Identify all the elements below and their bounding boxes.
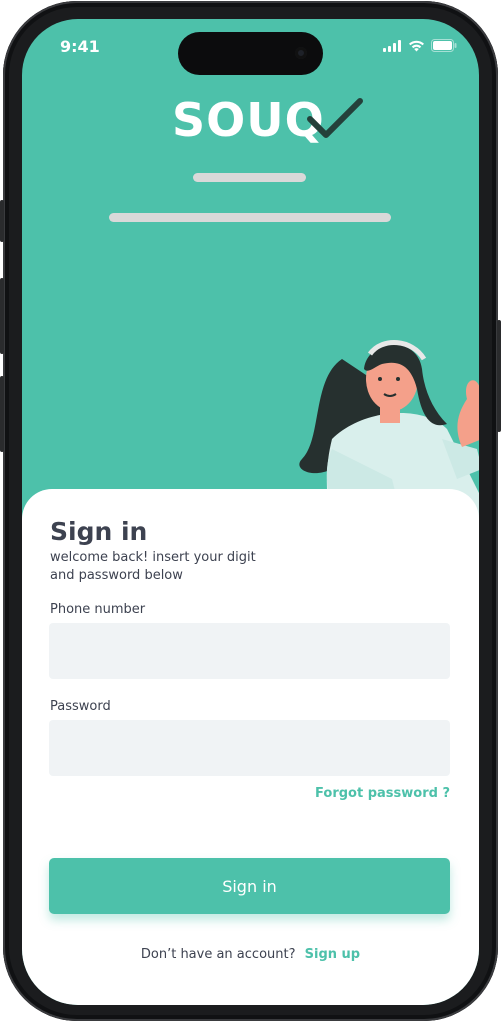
battery-icon: [431, 39, 457, 52]
dynamic-island: [178, 32, 323, 75]
wifi-icon: [409, 40, 424, 51]
checkmark-icon: [307, 98, 363, 138]
page-subtitle: welcome back! insert your digit and pass…: [50, 549, 310, 585]
status-time: 9:41: [60, 37, 100, 56]
sign-in-sheet: Sign in welcome back! insert your digit …: [22, 489, 479, 1005]
sign-up-link[interactable]: Sign up: [305, 947, 360, 962]
phone-number-label: Phone number: [50, 602, 146, 617]
password-label: Password: [50, 699, 111, 714]
signal-icon: [383, 39, 401, 52]
no-account-text: Don’t have an account?: [140, 947, 296, 962]
front-camera-icon: [295, 47, 307, 59]
page-title: Sign in: [50, 517, 148, 546]
title-placeholder-bar: [193, 173, 306, 182]
sign-in-button[interactable]: Sign in: [49, 858, 450, 914]
subtitle-line-2: and password below: [50, 568, 183, 583]
signup-prompt: Don’t have an account? Sign up: [22, 947, 479, 962]
phone-number-input[interactable]: [49, 623, 450, 679]
status-bar: 9:41: [22, 19, 479, 75]
side-button-volume-up: [0, 278, 4, 354]
side-button-volume-down: [0, 376, 4, 452]
subtitle-placeholder-bar: [109, 213, 391, 222]
password-input[interactable]: [49, 720, 450, 776]
phone-screen: 9:41 SOUQ Sign in welcome back! insert y…: [22, 19, 479, 1005]
side-button-power: [497, 320, 501, 432]
subtitle-line-1: welcome back! insert your digit: [50, 550, 256, 565]
status-icons: [383, 39, 457, 52]
brand-name: SOUQ: [172, 93, 325, 147]
forgot-password-link[interactable]: Forgot password ?: [315, 786, 450, 801]
side-button-action: [0, 200, 4, 242]
brand-logo: SOUQ: [172, 93, 372, 153]
